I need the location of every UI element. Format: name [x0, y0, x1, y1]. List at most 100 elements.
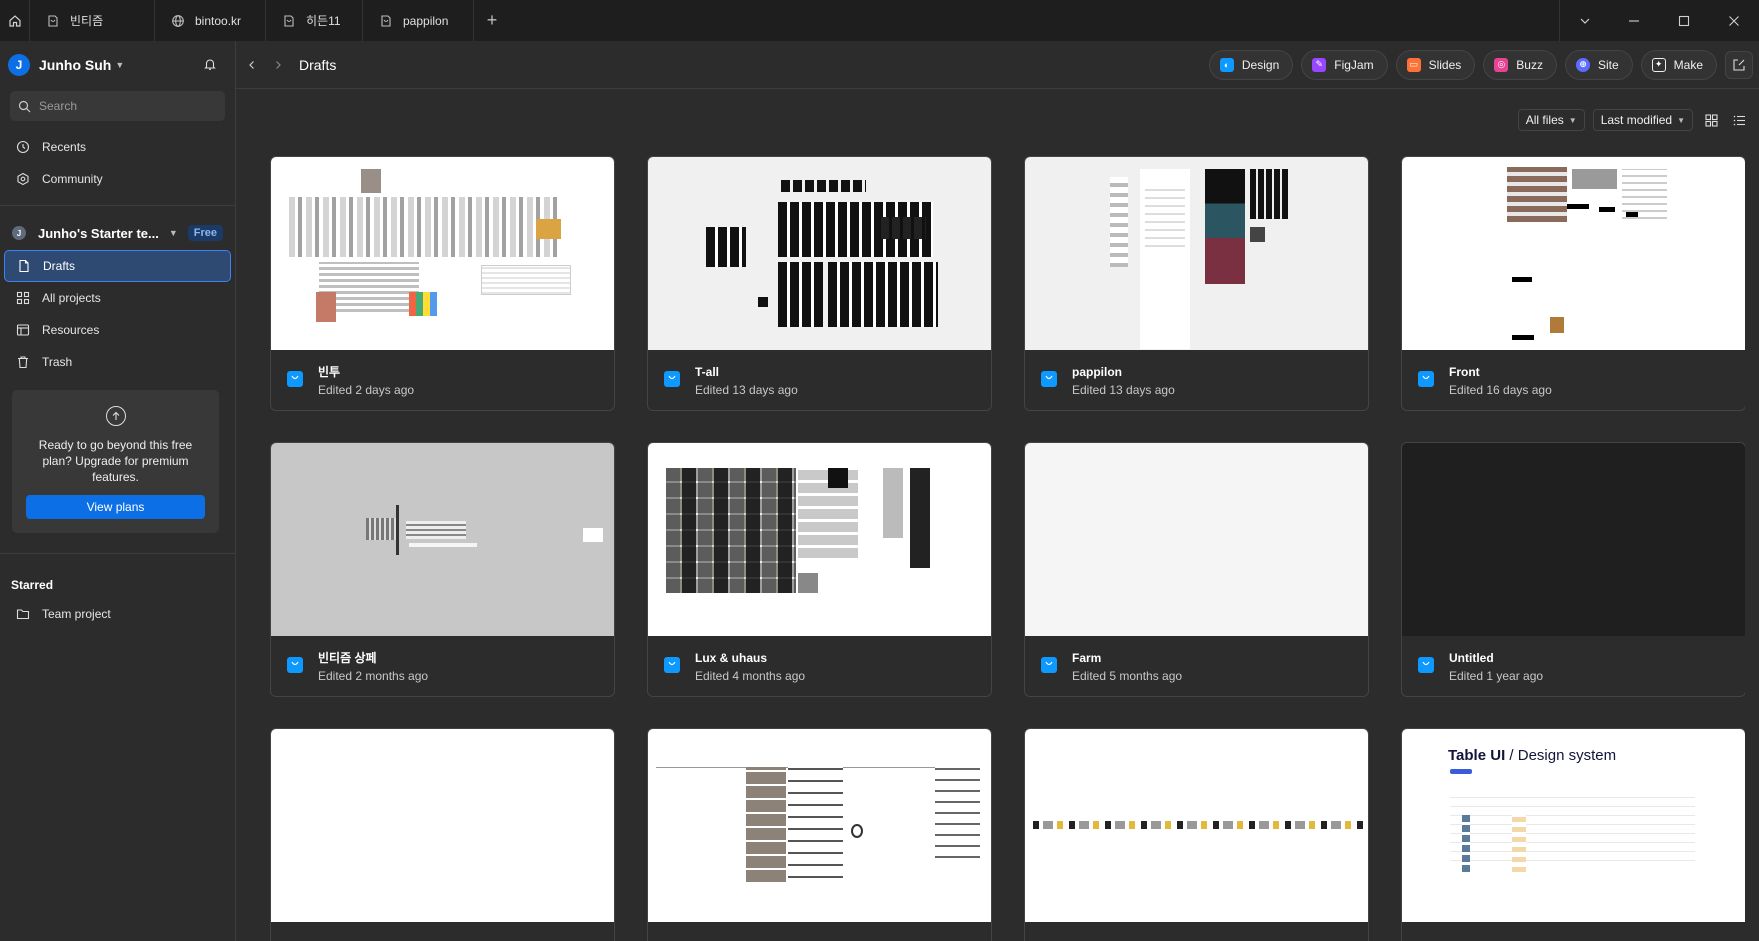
tabs-dropdown-button[interactable]: [1559, 0, 1609, 41]
tab-1[interactable]: 빈티즘: [30, 0, 155, 41]
minimize-button[interactable]: [1609, 0, 1659, 41]
file-thumbnail: [1402, 157, 1745, 350]
forward-button[interactable]: [265, 60, 291, 70]
file-info: [271, 922, 614, 941]
chevron-down-icon: ▼: [115, 60, 125, 70]
design-file-icon: [1418, 371, 1434, 387]
breadcrumb: Drafts: [299, 56, 337, 73]
file-card[interactable]: Farm Edited 5 months ago: [1024, 442, 1369, 697]
new-design-button[interactable]: ◐ Design: [1208, 49, 1294, 80]
sidebar-item-trash[interactable]: Trash: [4, 346, 231, 378]
pill-label: Make: [1673, 57, 1703, 72]
team-name: Junho's Starter te...: [38, 225, 159, 241]
close-window-button[interactable]: [1709, 0, 1759, 41]
sidebar-item-drafts[interactable]: Drafts: [4, 250, 231, 282]
view-plans-button[interactable]: View plans: [26, 495, 205, 519]
home-button[interactable]: [0, 0, 30, 41]
resources-icon: [16, 324, 30, 336]
file-name: Farm: [1072, 651, 1102, 665]
tab-4[interactable]: pappilon: [363, 0, 474, 41]
account-switcher[interactable]: J Junho Suh ▼: [0, 41, 235, 89]
tab-3[interactable]: 히든11: [266, 0, 363, 41]
team-switcher[interactable]: J Junho's Starter te... ▼ Free: [0, 216, 235, 250]
thumbnail-title-bold: Table UI: [1448, 747, 1506, 764]
file-name: 빈투: [318, 365, 341, 379]
file-card[interactable]: [647, 728, 992, 941]
clock-icon: [16, 140, 30, 154]
window-tab-bar: 빈티즘 bintoo.kr 히든11 pappilon +: [0, 0, 1759, 41]
new-figjam-button[interactable]: ✎ FigJam: [1301, 49, 1388, 80]
file-thumbnail: [648, 729, 991, 922]
list-view-button[interactable]: [1729, 110, 1749, 130]
back-button[interactable]: [239, 60, 265, 70]
file-thumbnail: Table UI / Design system: [1402, 729, 1745, 922]
upgrade-card: Ready to go beyond this free plan? Upgra…: [12, 390, 219, 533]
file-thumbnail: [1025, 443, 1368, 636]
file-name: Front: [1449, 365, 1480, 379]
close-icon: [1729, 15, 1739, 26]
file-thumbnail: [271, 729, 614, 922]
search-input[interactable]: [39, 99, 209, 113]
search-box[interactable]: [10, 91, 225, 121]
new-make-button[interactable]: ✦ Make: [1640, 49, 1717, 80]
file-scope-dropdown[interactable]: All files ▼: [1517, 109, 1585, 131]
divider: [0, 205, 235, 206]
file-card[interactable]: [1024, 728, 1369, 941]
new-site-button[interactable]: ⊕ Site: [1564, 49, 1633, 80]
file-info: 빈티즘 상페 Edited 2 months ago: [271, 636, 614, 696]
sort-dropdown[interactable]: Last modified ▼: [1592, 109, 1693, 131]
file-card[interactable]: T-all Edited 13 days ago: [647, 156, 992, 411]
tab-2[interactable]: bintoo.kr: [155, 0, 266, 41]
globe-icon: [172, 14, 184, 27]
file-card[interactable]: pappilon Edited 13 days ago: [1024, 156, 1369, 411]
pill-label: Site: [1597, 57, 1619, 72]
file-card[interactable]: [270, 728, 615, 941]
thumbnail-title: Table UI / Design system: [1448, 747, 1616, 764]
file-thumbnail: [648, 443, 991, 636]
figjam-icon: ✎: [1312, 57, 1327, 72]
new-tab-button[interactable]: +: [474, 0, 510, 41]
file-edited: Edited 2 days ago: [318, 383, 415, 397]
new-file-button[interactable]: [1725, 50, 1753, 79]
maximize-button[interactable]: [1659, 0, 1709, 41]
avatar: J: [8, 54, 30, 76]
file-edited: Edited 16 days ago: [1449, 383, 1552, 397]
list-view-icon: [1733, 115, 1745, 125]
new-slides-button[interactable]: ▭ Slides: [1395, 49, 1476, 80]
file-edited: Edited 1 year ago: [1449, 669, 1544, 683]
sidebar-item-all-projects[interactable]: All projects: [4, 282, 231, 314]
file-card[interactable]: 빈티즘 상페 Edited 2 months ago: [270, 442, 615, 697]
divider: [0, 553, 235, 554]
design-icon: ◐: [1219, 57, 1234, 72]
file-card[interactable]: Untitled Edited 1 year ago: [1401, 442, 1745, 697]
sidebar-item-community[interactable]: Community: [4, 163, 231, 195]
file-thumbnail: [271, 443, 614, 636]
file-card[interactable]: Table UI / Design system: [1401, 728, 1745, 941]
tab-label: 히든11: [306, 14, 341, 28]
file-info: 빈투 Edited 2 days ago: [271, 350, 614, 410]
new-buzz-button[interactable]: ◎ Buzz: [1483, 49, 1557, 80]
file-thumbnail: [1402, 443, 1745, 636]
pill-label: Slides: [1428, 57, 1462, 72]
bell-icon: [204, 58, 216, 70]
file-name: T-all: [695, 365, 720, 379]
chevron-down-icon: ▼: [1677, 115, 1685, 125]
file-name: Lux & uhaus: [695, 651, 768, 665]
sidebar-item-recents[interactable]: Recents: [4, 131, 231, 163]
sidebar-item-team-project[interactable]: Team project: [4, 598, 231, 630]
file-card[interactable]: Lux & uhaus Edited 4 months ago: [647, 442, 992, 697]
file-card[interactable]: Front Edited 16 days ago: [1401, 156, 1745, 411]
sidebar-item-label: Trash: [42, 355, 73, 369]
sidebar-item-label: Team project: [42, 607, 111, 621]
file-card[interactable]: 빈투 Edited 2 days ago: [270, 156, 615, 411]
site-icon: ⊕: [1575, 57, 1590, 72]
sidebar-item-resources[interactable]: Resources: [4, 314, 231, 346]
file-thumbnail: [1025, 729, 1368, 922]
slides-icon: ▭: [1406, 57, 1421, 72]
plan-badge: Free: [187, 225, 223, 241]
figma-file-icon: [284, 14, 294, 27]
notifications-button[interactable]: [203, 57, 217, 74]
file-filters: All files ▼ Last modified ▼: [1517, 109, 1749, 131]
grid-view-button[interactable]: [1701, 110, 1721, 130]
chevron-down-icon: ▼: [1568, 115, 1577, 125]
